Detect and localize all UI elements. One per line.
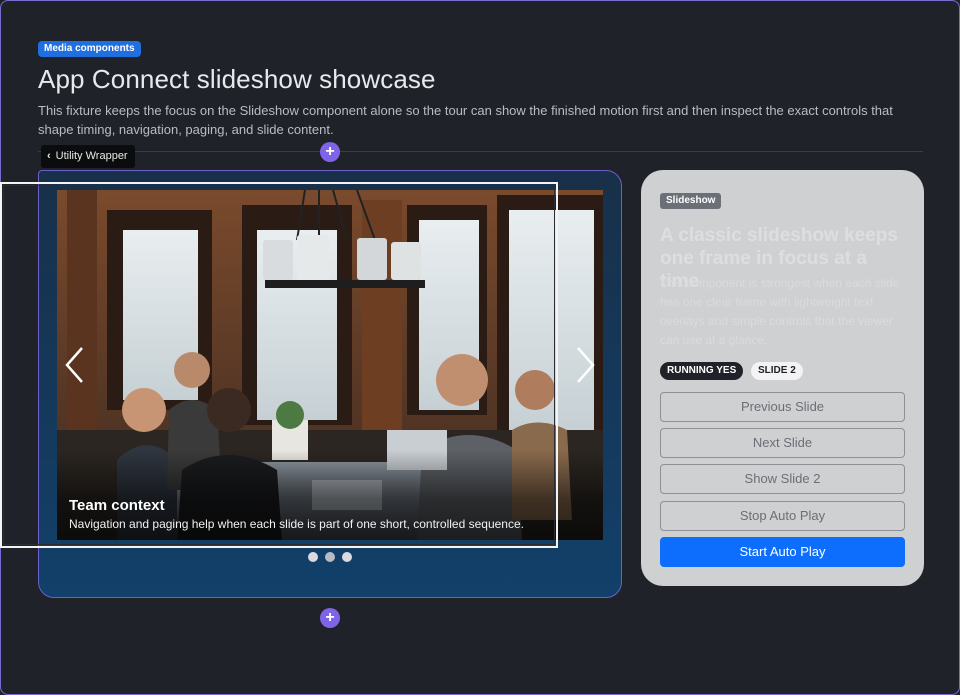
plus-icon: + <box>325 609 335 626</box>
slide-caption-text: Navigation and paging help when each sli… <box>69 517 524 531</box>
category-badge: Media components <box>38 41 141 57</box>
page-title: App Connect slideshow showcase <box>38 64 436 94</box>
page-dot-active[interactable] <box>325 552 335 562</box>
page-description: This fixture keeps the focus on the Slid… <box>38 103 893 137</box>
control-panel: Slideshow A classic slideshow keeps one … <box>641 170 924 586</box>
plus-icon: + <box>325 143 335 160</box>
chevron-right-icon <box>577 347 595 383</box>
next-slide-button[interactable]: Next Slide <box>660 428 905 458</box>
next-slide-arrow[interactable] <box>573 345 597 385</box>
chevron-left-icon: ‹ <box>47 150 51 162</box>
chevron-left-icon <box>65 347 83 383</box>
start-auto-play-button[interactable]: Start Auto Play <box>660 537 905 567</box>
running-status-badge: RUNNING YES <box>660 362 744 380</box>
previous-slide-button[interactable]: Previous Slide <box>660 392 905 422</box>
divider <box>38 151 923 152</box>
page-dot[interactable] <box>342 552 352 562</box>
show-slide-2-button[interactable]: Show Slide 2 <box>660 464 905 494</box>
page-dot[interactable] <box>308 552 318 562</box>
stop-auto-play-button[interactable]: Stop Auto Play <box>660 501 905 531</box>
slide-image: Team context Navigation and paging help … <box>57 190 603 540</box>
slide-caption-title: Team context <box>69 497 165 514</box>
panel-tag: Slideshow <box>660 193 722 209</box>
utility-wrapper-label: Utility Wrapper <box>55 150 128 162</box>
prev-slide-arrow[interactable] <box>63 345 87 385</box>
add-block-above-button[interactable]: + <box>320 142 340 162</box>
panel-body: This component is strongest when each sl… <box>660 276 900 347</box>
add-block-below-button[interactable]: + <box>320 608 340 628</box>
slide-status-badge: SLIDE 2 <box>751 362 803 380</box>
utility-wrapper-tag[interactable]: ‹ Utility Wrapper <box>41 145 135 168</box>
